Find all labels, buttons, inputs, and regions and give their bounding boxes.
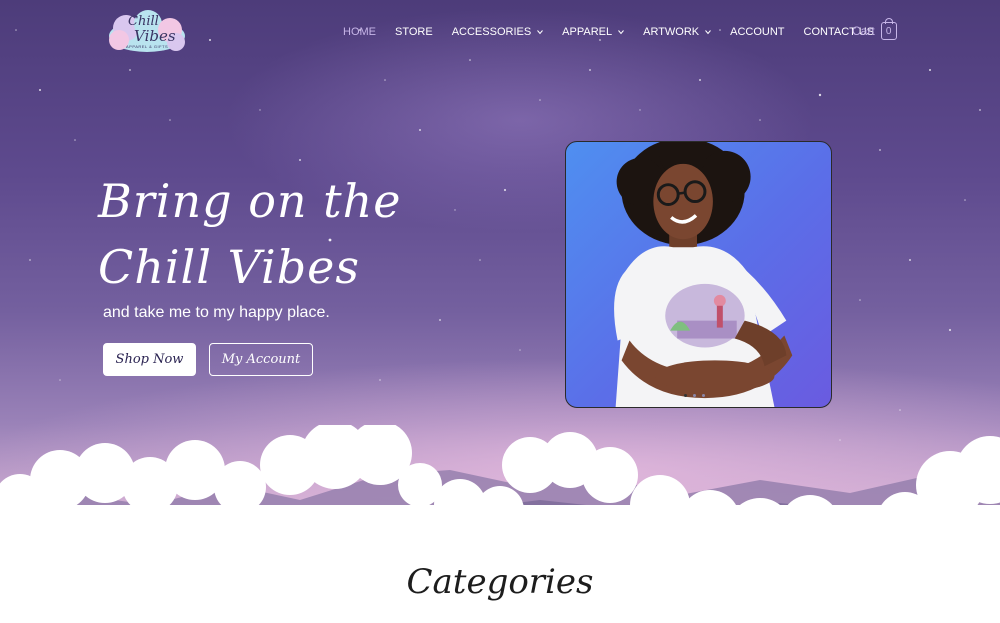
nav-artwork[interactable]: ARTWORK: [643, 26, 712, 38]
shop-now-button[interactable]: Shop Now: [103, 343, 196, 376]
slider-dots: [684, 394, 711, 397]
hero-subline: and take me to my happy place.: [103, 304, 330, 321]
model-tshirt-illustration: [614, 142, 793, 407]
hero-headline-line2: Chill Vibes: [98, 240, 360, 294]
nav-home-label: HOME: [343, 26, 376, 38]
categories-heading: Categories: [406, 562, 594, 602]
chevron-down-icon: [537, 30, 544, 35]
chevron-down-icon: [618, 30, 624, 35]
chevron-down-icon: [705, 30, 712, 35]
hero-product-image[interactable]: [565, 141, 832, 408]
slider-dot-3[interactable]: [702, 394, 705, 397]
logo-text-line2: Vibes: [134, 27, 176, 45]
cart-count: 0: [885, 25, 892, 37]
hero-headline-line1: Bring on the: [98, 174, 402, 228]
nav-accessories[interactable]: ACCESSORIES: [451, 26, 544, 38]
nav-home[interactable]: HOME: [343, 26, 376, 38]
cart-button[interactable]: Cart 0: [852, 18, 897, 40]
slider-dot-1[interactable]: [684, 394, 687, 397]
logo-tagline: APPAREL & GIFTS: [126, 44, 169, 49]
slider-dot-2[interactable]: [693, 394, 696, 397]
cart-label: Cart: [852, 24, 875, 38]
cart-bag-icon: 0: [880, 18, 897, 40]
my-account-button[interactable]: My Account: [209, 343, 313, 376]
nav-account[interactable]: ACCOUNT: [730, 26, 784, 38]
nav-apparel[interactable]: APPAREL: [562, 26, 624, 38]
nav-store[interactable]: STORE: [395, 26, 433, 38]
nav-accessories-label: ACCESSORIES: [451, 26, 532, 38]
nav-apparel-label: APPAREL: [562, 26, 613, 38]
main-nav: HOME STORE ACCESSORIES APPAREL ARTWORK A…: [343, 26, 893, 38]
nav-artwork-label: ARTWORK: [643, 26, 700, 38]
nav-account-label: ACCOUNT: [730, 26, 785, 38]
nav-store-label: STORE: [395, 26, 433, 38]
hero-headline: Bring on the Chill Vibes: [98, 168, 478, 300]
site-logo[interactable]: Chill Vibes APPAREL & GIFTS: [104, 10, 190, 56]
